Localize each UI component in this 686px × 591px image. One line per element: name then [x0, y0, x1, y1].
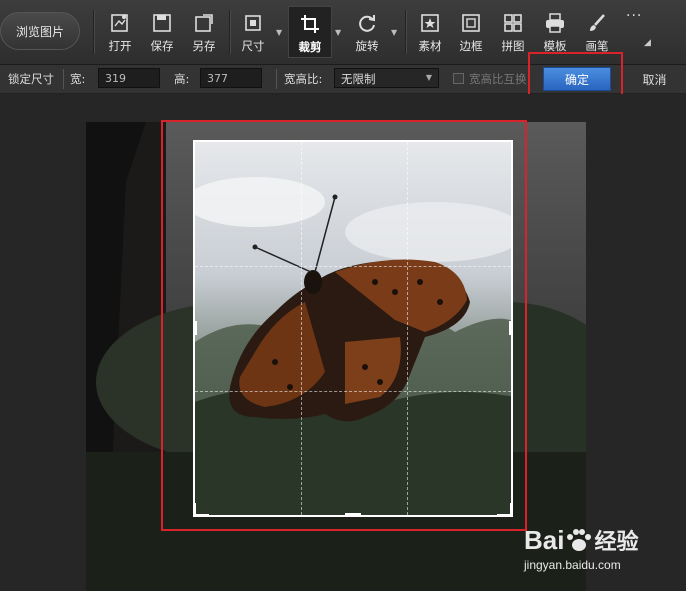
rotate-button[interactable]: 旋转	[347, 6, 387, 58]
ratio-select[interactable]: 无限制 ▼	[334, 68, 439, 88]
open-icon	[111, 14, 128, 32]
toolbar-divider	[93, 10, 95, 54]
border-button[interactable]: 边框	[451, 6, 491, 58]
chevron-down-icon: ▼	[425, 73, 432, 82]
size-label: 尺寸	[241, 39, 265, 53]
save-button[interactable]: 保存	[142, 6, 182, 58]
ratio-label: 宽高比:	[284, 72, 323, 86]
paw-icon	[567, 529, 592, 551]
brush-icon	[590, 14, 605, 31]
rotate-icon	[359, 15, 375, 32]
highlight-crop-box	[161, 120, 527, 531]
crop-button[interactable]: 裁剪	[288, 6, 332, 58]
height-input[interactable]: 377	[200, 68, 262, 88]
baidu-watermark: Bai 经验 jingyan.baidu.com	[524, 524, 684, 586]
material-label: 素材	[418, 39, 442, 53]
open-label: 打开	[108, 39, 132, 53]
save-as-label: 另存	[192, 39, 216, 53]
material-button[interactable]: 素材	[410, 6, 450, 58]
border-icon	[462, 14, 480, 32]
star-icon	[421, 14, 439, 32]
watermark-url: jingyan.baidu.com	[524, 558, 621, 572]
resize-icon	[245, 15, 261, 31]
save-icon	[153, 14, 171, 32]
ratio-value: 无限制	[341, 72, 376, 86]
width-label: 宽:	[70, 72, 86, 86]
swap-ratio-checkbox[interactable]	[453, 73, 464, 84]
divider	[276, 69, 277, 89]
divider	[63, 69, 64, 89]
rotate-label: 旋转	[355, 39, 379, 53]
grid-icon	[504, 14, 522, 32]
template-button[interactable]: 模板	[535, 6, 575, 58]
save-as-button[interactable]: 另存	[184, 6, 224, 58]
height-label: 高:	[174, 72, 190, 86]
crop-icon	[301, 15, 319, 33]
brush-button[interactable]: 画笔	[577, 6, 617, 58]
rotate-dropdown-icon[interactable]: ▼	[391, 28, 397, 37]
width-input[interactable]: 319	[98, 68, 160, 88]
size-dropdown-icon[interactable]: ▼	[276, 28, 282, 37]
watermark-brand: Bai	[524, 524, 565, 555]
lock-size-checkbox[interactable]: 锁定尺寸	[8, 71, 54, 87]
collage-label: 拼图	[501, 39, 525, 53]
crop-dropdown-icon[interactable]: ▼	[335, 28, 341, 37]
save-as-icon	[195, 14, 213, 32]
watermark-brand-cn: 经验	[594, 529, 639, 554]
toolbar-divider	[405, 10, 407, 54]
cancel-button[interactable]: 取消	[621, 65, 686, 93]
crop-label: 裁剪	[298, 40, 322, 54]
browse-pictures-button[interactable]: 浏览图片	[0, 12, 80, 50]
printer-icon	[546, 13, 564, 33]
save-label: 保存	[150, 39, 174, 53]
swap-ratio-label: 宽高比互换	[469, 72, 527, 86]
collage-button[interactable]: 拼图	[493, 6, 533, 58]
more-icon[interactable]: ···	[626, 8, 642, 24]
border-label: 边框	[459, 39, 483, 53]
toolbar-divider	[229, 10, 231, 54]
open-button[interactable]: 打开	[100, 6, 140, 58]
size-button[interactable]: 尺寸	[233, 6, 273, 58]
expand-arrow-icon[interactable]: ◢	[644, 38, 651, 48]
